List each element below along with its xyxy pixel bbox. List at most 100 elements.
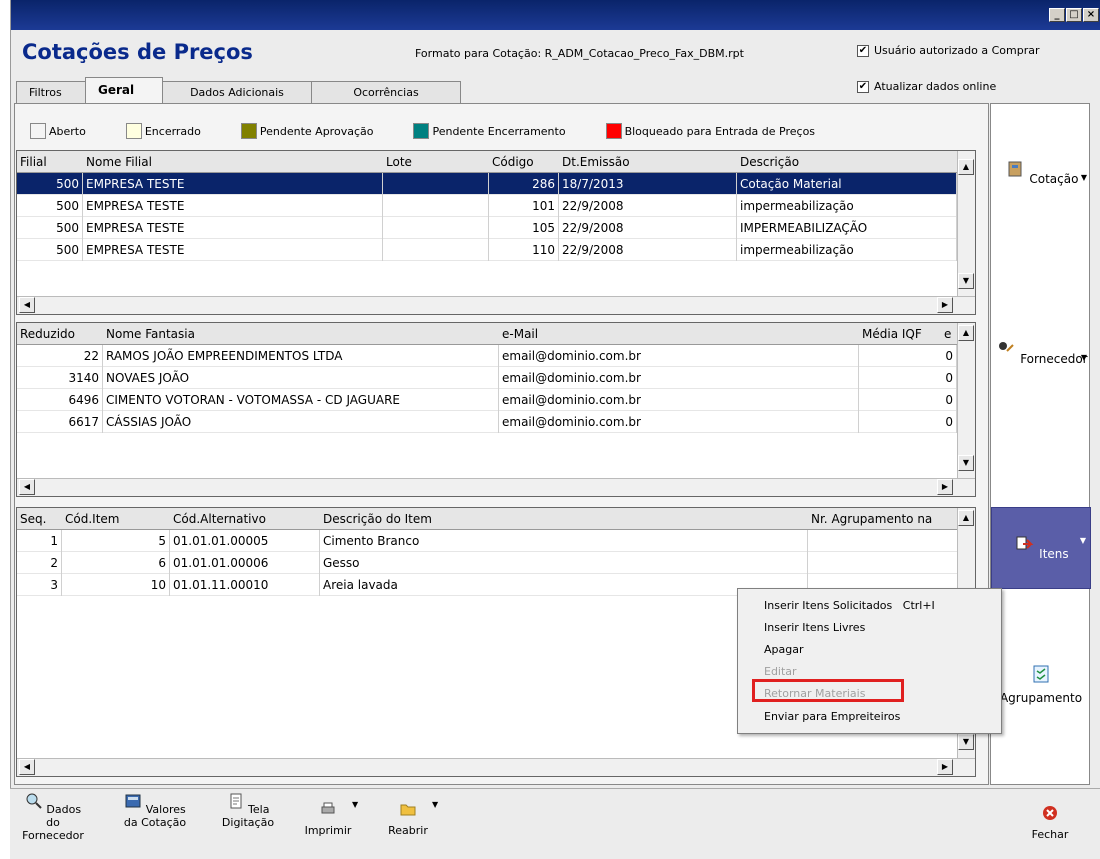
grouping-icon (1033, 665, 1049, 683)
valores-cotacao-button[interactable]: Valores da Cotação (122, 792, 188, 829)
close-icon (1043, 806, 1057, 820)
folder-icon (400, 804, 416, 816)
checkmark-icon: ✔ (857, 44, 869, 57)
col-header[interactable]: Cód.Item (62, 512, 170, 526)
table-row[interactable]: 6496 CIMENTO VOTORAN - VOTOMASSA - CD JA… (17, 388, 975, 411)
form-icon (230, 793, 242, 809)
table-row[interactable]: 2 6 01.01.01.00006 Gesso (17, 551, 975, 574)
scroll-right-icon[interactable]: ▶ (937, 479, 953, 495)
chevron-down-icon[interactable]: ▼ (1080, 536, 1086, 545)
col-header[interactable]: e-Mail (499, 327, 859, 341)
tela-digitacao-button[interactable]: Tela Digitação (218, 792, 278, 829)
fornecedor-button[interactable]: Fornecedor ▼ (991, 339, 1091, 366)
color-swatch (605, 123, 622, 139)
menu-item-inserir-solicitados[interactable]: Inserir Itens Solicitados Ctrl+I (764, 599, 935, 612)
col-header[interactable]: Dt.Emissão (559, 155, 737, 169)
scroll-left-icon[interactable]: ◀ (19, 297, 35, 313)
itens-button[interactable]: Itens ▼ (991, 507, 1091, 589)
fechar-button[interactable]: Fechar (1025, 804, 1075, 841)
col-header[interactable]: Descrição (737, 155, 957, 169)
scroll-down-icon[interactable]: ▼ (958, 273, 974, 289)
vertical-scrollbar[interactable]: ▲ ▼ (957, 151, 975, 296)
magnifier-icon (26, 793, 42, 809)
legend-aberto: Aberto (30, 123, 86, 139)
page-title: Cotações de Preços (22, 40, 253, 64)
scroll-left-icon[interactable]: ◀ (19, 479, 35, 495)
col-header[interactable]: e (941, 327, 957, 341)
maximize-icon[interactable]: □ (1066, 8, 1082, 22)
scroll-right-icon[interactable]: ▶ (937, 759, 953, 775)
horizontal-scrollbar[interactable]: ◀ ▶ (17, 478, 975, 496)
tab-dados-adicionais[interactable]: Dados Adicionais (162, 81, 312, 103)
scroll-down-icon[interactable]: ▼ (958, 455, 974, 471)
checkmark-icon: ✔ (857, 80, 869, 93)
calculator-icon (125, 794, 141, 808)
table-row[interactable]: 500 EMPRESA TESTE 110 22/9/2008 impermea… (17, 238, 975, 261)
close-icon[interactable]: × (1083, 8, 1099, 22)
tab-geral[interactable]: Geral (85, 77, 163, 103)
chevron-down-icon[interactable]: ▼ (1081, 353, 1087, 362)
col-header[interactable]: Média IQF (859, 327, 941, 341)
cotacao-button[interactable]: Cotação ▼ (991, 159, 1091, 186)
legend-pendente-encerramento: Pendente Encerramento (413, 123, 566, 139)
menu-item-inserir-livres[interactable]: Inserir Itens Livres (764, 621, 865, 634)
right-action-panel: Cotação ▼ Fornecedor ▼ Itens ▼ Agrupamen… (990, 103, 1091, 785)
menu-item-enviar-empreiteiros[interactable]: Enviar para Empreiteiros (764, 710, 900, 723)
col-header[interactable]: Nome Fantasia (103, 327, 499, 341)
col-header[interactable]: Seq. (17, 512, 62, 526)
menu-item-apagar[interactable]: Apagar (764, 643, 804, 656)
table-row[interactable]: 1 5 01.01.01.00005 Cimento Branco (17, 529, 975, 552)
table-row[interactable]: 3140 NOVAES JOÃO email@dominio.com.br 0 (17, 366, 975, 389)
tab-ocorrencias[interactable]: Ocorrências (311, 81, 461, 103)
tab-filtros[interactable]: Filtros (16, 81, 86, 103)
scroll-left-icon[interactable]: ◀ (19, 759, 35, 775)
menu-item-editar: Editar (764, 665, 797, 678)
format-label: Formato para Cotação: R_ADM_Cotacao_Prec… (415, 47, 744, 60)
horizontal-scrollbar[interactable]: ◀ ▶ (17, 758, 975, 776)
scroll-right-icon[interactable]: ▶ (937, 297, 953, 313)
vertical-scrollbar[interactable]: ▲ ▼ (957, 323, 975, 478)
supplier-icon (999, 342, 1015, 352)
table-row[interactable]: 500 EMPRESA TESTE 286 18/7/2013 Cotação … (17, 172, 975, 195)
chevron-down-icon[interactable]: ▼ (1081, 173, 1087, 182)
table-row[interactable]: 500 EMPRESA TESTE 101 22/9/2008 impermea… (17, 194, 975, 217)
chevron-down-icon[interactable]: ▼ (352, 798, 358, 811)
col-header[interactable]: Lote (383, 155, 489, 169)
horizontal-scrollbar[interactable]: ◀ ▶ (17, 296, 975, 314)
col-header[interactable]: Código (489, 155, 559, 169)
table-row[interactable]: 22 RAMOS JOÃO EMPREENDIMENTOS LTDA email… (17, 344, 975, 367)
table-row[interactable]: 6617 CÁSSIAS JOÃO email@dominio.com.br 0 (17, 410, 975, 433)
table-row[interactable]: 500 EMPRESA TESTE 105 22/9/2008 IMPERMEA… (17, 216, 975, 239)
col-header[interactable]: Filial (17, 155, 83, 169)
color-swatch (240, 123, 257, 139)
col-header[interactable]: Cód.Alternativo (170, 512, 320, 526)
legend-pendente-aprovacao: Pendente Aprovação (240, 123, 373, 139)
scroll-up-icon[interactable]: ▲ (958, 510, 974, 526)
suppliers-grid: Reduzido Nome Fantasia e-Mail Média IQF … (16, 322, 976, 497)
scroll-up-icon[interactable]: ▲ (958, 325, 974, 341)
legend-encerrado: Encerrado (125, 123, 201, 139)
color-swatch (30, 123, 46, 139)
legend-bloqueado: Bloqueado para Entrada de Preços (605, 123, 815, 139)
col-header[interactable]: Nr. Agrupamento na (808, 512, 958, 526)
online-checkbox[interactable]: ✔ Atualizar dados online (857, 80, 996, 93)
tab-bar: Filtros Geral Dados Adicionais Ocorrênci… (16, 77, 461, 103)
col-header[interactable]: Descrição do Item (320, 512, 808, 526)
color-swatch (413, 123, 430, 139)
minimize-icon[interactable]: _ (1049, 8, 1065, 22)
reabrir-button[interactable]: Reabrir (383, 800, 433, 837)
title-bar: _ □ × (11, 0, 1100, 30)
scroll-up-icon[interactable]: ▲ (958, 159, 974, 175)
quotes-grid: Filial Nome Filial Lote Código Dt.Emissã… (16, 150, 976, 315)
chevron-down-icon[interactable]: ▼ (432, 798, 438, 811)
authorized-checkbox[interactable]: ✔ Usuário autorizado a Comprar (857, 44, 1040, 57)
items-icon (1016, 536, 1034, 550)
printer-icon (321, 802, 335, 814)
scroll-down-icon[interactable]: ▼ (958, 734, 974, 750)
imprimir-button[interactable]: Imprimir (303, 800, 353, 837)
dados-fornecedor-button[interactable]: Dados do Fornecedor (20, 792, 86, 842)
status-legend: Aberto Encerrado Pendente Aprovação Pend… (30, 123, 855, 139)
col-header[interactable]: Nome Filial (83, 155, 383, 169)
agrupamento-button[interactable]: Agrupamento (991, 664, 1091, 705)
col-header[interactable]: Reduzido (17, 327, 103, 341)
